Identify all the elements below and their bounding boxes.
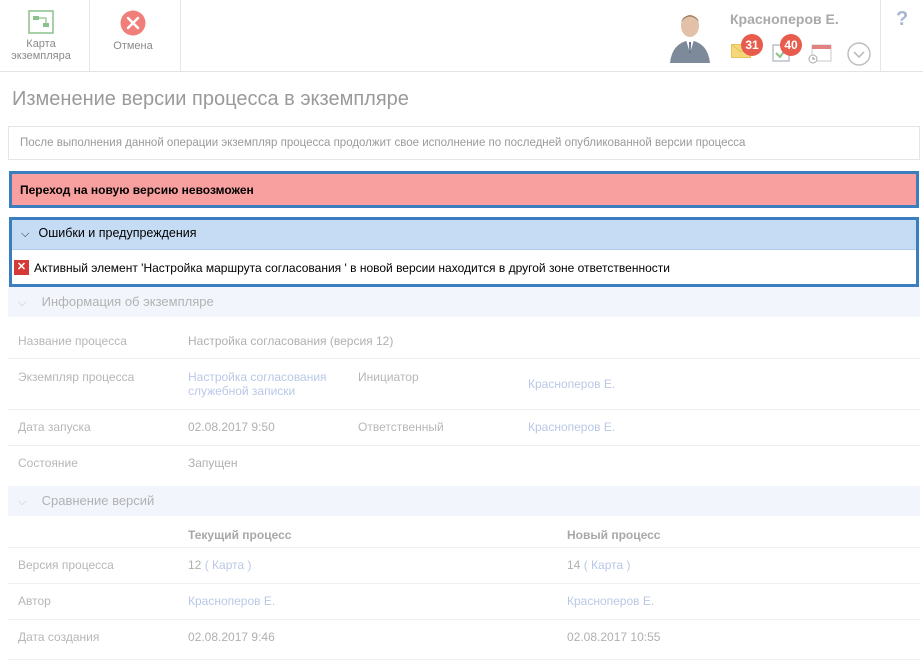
tasks-count-badge: 40 <box>780 34 802 56</box>
instance-info-header[interactable]: ⌵ Информация об экземпляре <box>8 287 920 317</box>
toolbar-divider <box>880 0 881 72</box>
current-process-header: Текущий процесс <box>188 528 292 542</box>
start-date-label: Дата запуска <box>18 420 91 434</box>
chevron-down-icon: ⌵ <box>18 297 27 309</box>
instance-link-line2: служебной записки <box>188 384 296 398</box>
current-version: 12 ( Карта ) <box>188 558 252 572</box>
start-date-row: Дата запуска 02.08.2017 9:50 Ответственн… <box>8 410 920 446</box>
instance-map-button[interactable]: Карта экземпляра <box>6 0 76 72</box>
created-label: Дата создания <box>18 630 100 644</box>
initiator-label: Инициатор <box>358 370 419 384</box>
toolbar-divider <box>180 0 181 72</box>
page-title: Изменение версии процесса в экземпляре <box>12 88 409 110</box>
info-message: После выполнения данной операции экземпл… <box>8 126 920 160</box>
new-process-header: Новый процесс <box>567 528 661 542</box>
cancel-label: Отмена <box>113 40 153 52</box>
warnings-panel: ⌵ Ошибки и предупреждения ✕ Активный эле… <box>9 217 919 287</box>
chevron-down-icon: ⌵ <box>18 496 27 508</box>
instance-info-title: Информация об экземпляре <box>41 294 214 309</box>
warning-text: Активный элемент 'Настройка маршрута сог… <box>34 260 670 275</box>
chevron-down-icon: ⌵ <box>21 228 30 240</box>
new-author-link[interactable]: Красноперов Е. <box>567 594 654 608</box>
instance-row: Экземпляр процесса Настройка согласовани… <box>8 359 920 410</box>
compare-header[interactable]: ⌵ Сравнение версий <box>8 486 920 516</box>
new-version-number: 14 <box>567 558 581 572</box>
compare-title: Сравнение версий <box>41 493 155 508</box>
responsible-label: Ответственный <box>358 420 444 434</box>
cancel-button[interactable]: Отмена <box>98 0 168 72</box>
user-name[interactable]: Красноперов Е. <box>730 11 839 27</box>
new-map-link[interactable]: Карта <box>591 558 623 572</box>
state-label: Состояние <box>18 456 78 470</box>
mail-count-badge: 31 <box>741 34 763 56</box>
process-name-row: Название процесса Настройка согласования… <box>8 323 920 359</box>
responsible-link[interactable]: Красноперов Е. <box>528 420 615 434</box>
created-row: Дата создания 02.08.2017 9:46 02.08.2017… <box>8 620 920 660</box>
toolbar-divider <box>89 0 90 72</box>
current-map-link[interactable]: Карта <box>212 558 244 572</box>
chevron-down-icon[interactable] <box>847 42 871 66</box>
state-row: Состояние Запущен <box>8 446 920 483</box>
warnings-title: Ошибки и предупреждения <box>38 226 197 240</box>
new-version: 14 ( Карта ) <box>567 558 631 572</box>
author-label: Автор <box>18 594 51 608</box>
compare-header-row: Текущий процесс Новый процесс <box>8 518 920 548</box>
current-author-link[interactable]: Красноперов Е. <box>188 594 275 608</box>
initiator-link[interactable]: Красноперов Е. <box>528 377 615 391</box>
author-row: Автор Красноперов Е. Красноперов Е. <box>8 584 920 620</box>
instance-link[interactable]: Настройка согласования служебной записки <box>188 370 327 398</box>
toolbar: Карта экземпляра Отмена Красноперов Е. 3… <box>0 0 923 72</box>
warning-item: ✕ Активный элемент 'Настройка маршрута с… <box>12 250 916 285</box>
error-message: Переход на новую версию невозможен <box>9 171 919 208</box>
instance-label: Экземпляр процесса <box>18 370 135 384</box>
current-version-number: 12 <box>188 558 202 572</box>
avatar[interactable] <box>666 9 714 63</box>
current-created: 02.08.2017 9:46 <box>188 630 275 644</box>
start-date-value: 02.08.2017 9:50 <box>188 420 275 434</box>
version-row: Версия процесса 12 ( Карта ) 14 ( Карта … <box>8 548 920 584</box>
state-value: Запущен <box>188 456 238 470</box>
cancel-icon <box>120 10 146 36</box>
process-map-icon <box>28 10 54 34</box>
instance-map-label: Карта экземпляра <box>11 38 71 62</box>
warnings-header[interactable]: ⌵ Ошибки и предупреждения <box>12 220 916 250</box>
calendar-icon[interactable] <box>808 44 832 64</box>
process-name-value: Настройка согласования (версия 12) <box>188 334 394 348</box>
process-name-label: Название процесса <box>18 334 127 348</box>
help-icon[interactable]: ? <box>896 8 908 31</box>
error-icon: ✕ <box>14 260 29 275</box>
instance-link-line1: Настройка согласования <box>188 370 327 384</box>
new-created: 02.08.2017 10:55 <box>567 630 661 644</box>
version-label: Версия процесса <box>18 558 114 572</box>
